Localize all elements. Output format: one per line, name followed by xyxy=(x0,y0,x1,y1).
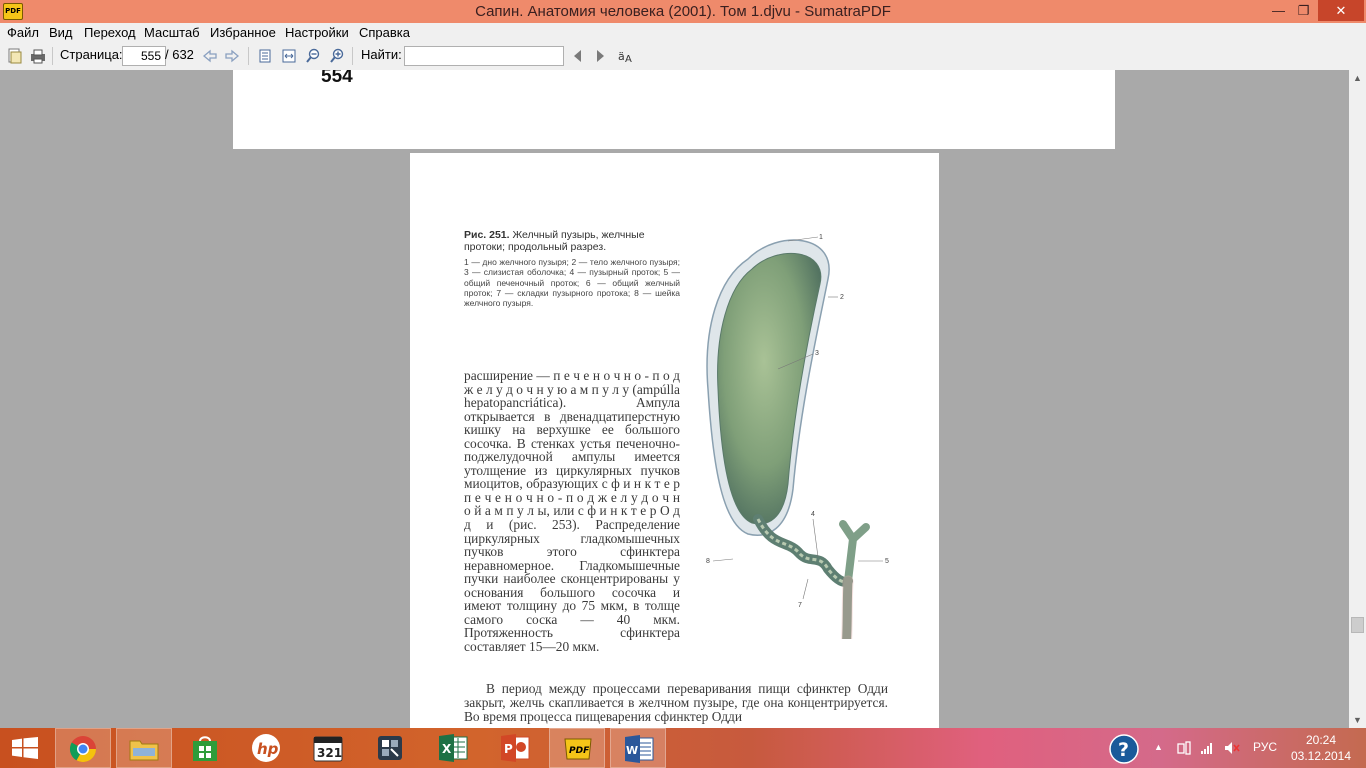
scroll-thumb[interactable] xyxy=(1351,617,1364,633)
power-icon[interactable] xyxy=(1176,741,1192,755)
open-icon[interactable] xyxy=(7,48,23,64)
document-viewport[interactable]: 554 Рис. 251. Желчный пузырь, желчные пр… xyxy=(0,70,1349,728)
taskbar-hp[interactable]: hp xyxy=(238,728,294,768)
menu-file[interactable]: Файл xyxy=(7,25,39,40)
svg-text:?: ? xyxy=(1118,739,1129,761)
find-previous-icon[interactable] xyxy=(570,48,586,64)
menu-help[interactable]: Справка xyxy=(359,25,410,40)
page-total: / 632 xyxy=(165,47,194,62)
scroll-down-icon[interactable]: ▼ xyxy=(1349,712,1366,728)
store-icon xyxy=(193,736,217,761)
find-next-icon[interactable] xyxy=(592,48,608,64)
minimize-button[interactable]: — xyxy=(1266,0,1291,21)
taskbar-store[interactable] xyxy=(177,728,233,768)
match-case-icon[interactable]: äA xyxy=(617,48,633,64)
menu-zoom[interactable]: Масштаб xyxy=(144,25,200,40)
menu-settings[interactable]: Настройки xyxy=(285,25,349,40)
page-label: Страница: xyxy=(60,47,123,62)
page-number: 554 xyxy=(321,70,353,87)
taskbar-word[interactable]: W xyxy=(610,728,666,768)
svg-text:321: 321 xyxy=(317,746,342,760)
close-button[interactable]: ✕ xyxy=(1318,0,1364,21)
toolbar: Страница: 555 / 632 Найти: äA xyxy=(0,43,1366,71)
menu-bar: Файл Вид Переход Масштаб Избранное Настр… xyxy=(0,23,1366,43)
network-signal-icon[interactable] xyxy=(1200,741,1214,755)
toolbar-separator xyxy=(52,47,53,65)
previous-page-icon[interactable] xyxy=(202,48,218,64)
document-page: Рис. 251. Желчный пузырь, желчные проток… xyxy=(410,153,939,728)
word-icon: W xyxy=(625,735,654,763)
taskbar-app[interactable] xyxy=(362,728,418,768)
figure-label-1: 1 xyxy=(819,234,823,241)
windows-logo-icon xyxy=(12,737,38,759)
find-label: Найти: xyxy=(361,47,402,62)
svg-text:PDF: PDF xyxy=(569,746,590,756)
svg-text:X: X xyxy=(442,742,452,756)
svg-text:A: A xyxy=(625,54,632,64)
svg-text:W: W xyxy=(626,744,638,757)
clock-date: 03.12.2014 xyxy=(1290,749,1352,763)
svg-text:ä: ä xyxy=(618,50,625,63)
taskbar-powerpoint[interactable]: P xyxy=(487,728,543,768)
page-number-input[interactable]: 555 xyxy=(122,46,166,66)
find-input[interactable] xyxy=(404,46,564,66)
menu-goto[interactable]: Переход xyxy=(84,25,136,40)
body-text-wide: В период между процессами переваривания … xyxy=(464,681,888,724)
figure-label-8: 8 xyxy=(706,558,710,565)
help-icon[interactable]: ? xyxy=(1109,734,1139,764)
figure-label-2: 2 xyxy=(840,294,844,301)
maximize-button[interactable]: ❐ xyxy=(1291,0,1316,21)
figure-legend: 1 — дно желчного пузыря; 2 — тело желчно… xyxy=(464,257,680,309)
folder-icon xyxy=(129,740,159,761)
print-icon[interactable] xyxy=(30,48,46,64)
volume-muted-icon[interactable] xyxy=(1224,741,1240,755)
powerpoint-icon: P xyxy=(501,734,530,762)
figure-label-4: 4 xyxy=(811,511,815,518)
menu-favorites[interactable]: Избранное xyxy=(210,25,276,40)
show-hidden-icons-icon[interactable]: ▲ xyxy=(1154,742,1163,752)
mpc-321-icon: 321 xyxy=(313,736,343,762)
input-language[interactable]: РУС xyxy=(1253,740,1277,754)
next-page-icon[interactable] xyxy=(224,48,240,64)
chrome-icon xyxy=(69,736,97,763)
scroll-up-icon[interactable]: ▲ xyxy=(1349,70,1366,86)
hp-logo-icon: hp xyxy=(252,734,280,762)
vertical-scrollbar[interactable]: ▲ ▼ xyxy=(1349,70,1366,728)
toolbar-separator xyxy=(248,47,249,65)
start-button[interactable] xyxy=(0,728,56,768)
figure-label-3: 3 xyxy=(815,350,819,357)
window-title: Сапин. Анатомия человека (2001). Том 1.d… xyxy=(475,3,891,20)
system-tray: ? ▲ РУС 20:24 03.12.2014 xyxy=(1100,728,1366,768)
excel-icon: X xyxy=(439,734,468,762)
clock-time: 20:24 xyxy=(1305,733,1337,747)
figure-label: Рис. 251. xyxy=(464,229,510,241)
svg-text:hp: hp xyxy=(257,740,279,758)
toolbar-separator xyxy=(352,47,353,65)
figure-title: Рис. 251. Желчный пузырь, желчные проток… xyxy=(464,229,680,253)
zoom-in-icon[interactable] xyxy=(329,48,345,64)
taskbar-excel[interactable]: X xyxy=(425,728,481,768)
taskbar-chrome[interactable] xyxy=(55,728,111,768)
body-text-column: расширение — п е ч е н о ч н о - п о д ж… xyxy=(464,368,680,654)
svg-text:P: P xyxy=(504,742,513,756)
previous-page: 554 xyxy=(233,70,1115,149)
pdf-icon: PDF xyxy=(564,738,592,760)
menu-view[interactable]: Вид xyxy=(49,25,73,40)
fit-width-icon[interactable] xyxy=(281,48,297,64)
title-bar: PDF Сапин. Анатомия человека (2001). Том… xyxy=(0,0,1366,23)
zoom-out-icon[interactable] xyxy=(305,48,321,64)
taskbar: hp 321 X P PDF W ? ▲ РУС 20:24 03.12.201… xyxy=(0,728,1366,768)
fit-page-icon[interactable] xyxy=(257,48,273,64)
figure-label-7: 7 xyxy=(798,602,802,609)
app-tile-icon xyxy=(378,736,402,760)
clock[interactable]: 20:24 03.12.2014 xyxy=(1290,732,1352,764)
figure-label-5: 5 xyxy=(885,558,889,565)
taskbar-media-player[interactable]: 321 xyxy=(299,728,355,768)
taskbar-sumatra[interactable]: PDF xyxy=(549,728,605,768)
gallbladder-illustration: 1 2 3 4 5 6 7 8 xyxy=(706,234,889,639)
taskbar-file-explorer[interactable] xyxy=(116,728,172,768)
figure-caption: Рис. 251. Желчный пузырь, желчные проток… xyxy=(464,229,680,308)
